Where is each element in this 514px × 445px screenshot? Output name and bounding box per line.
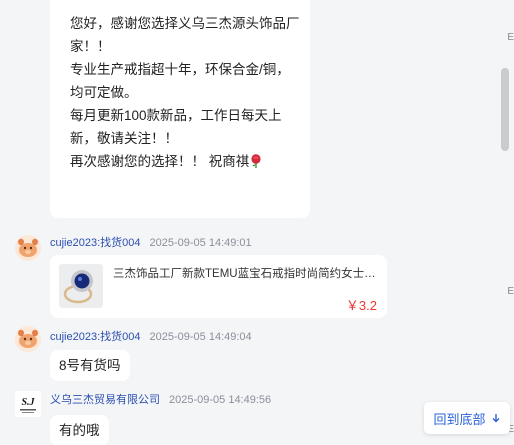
product-thumbnail[interactable]	[59, 264, 103, 308]
svg-text:S.J: S.J	[21, 397, 35, 408]
sender-name[interactable]: cujie2023:找货004	[50, 237, 141, 249]
back-to-bottom-button[interactable]: 回到底部	[424, 402, 510, 434]
buyer-avatar[interactable]	[15, 235, 41, 261]
chat-window: 您好，感谢您选择义乌三杰源头饰品厂 家！！ 专业生产戒指超十年，环保合金/铜， …	[0, 0, 500, 445]
product-price: ￥3.2	[345, 298, 377, 313]
welcome-line: 家！！	[70, 39, 111, 54]
message-meta: cujie2023:找货004 2025-09-05 14:49:04	[50, 328, 252, 344]
product-card[interactable]: 三杰饰品工厂新款TEMU蓝宝石戒指时尚简约女士镶钻... ￥3.2	[50, 255, 387, 318]
welcome-line: 专业生产戒指超十年，环保合金/铜，	[70, 62, 290, 77]
message-meta: cujie2023:找货004 2025-09-05 14:49:01	[50, 234, 252, 250]
message-time: 2025-09-05 14:49:56	[169, 394, 272, 406]
message-time: 2025-09-05 14:49:04	[149, 331, 252, 343]
back-to-bottom-label: 回到底部	[433, 411, 486, 427]
message-time: 2025-09-05 14:49:01	[149, 237, 252, 249]
message-meta: 义乌三杰贸易有限公司 2025-09-05 14:49:56	[50, 391, 271, 407]
welcome-message-bubble: 您好，感谢您选择义乌三杰源头饰品厂 家！！ 专业生产戒指超十年，环保合金/铜， …	[50, 0, 310, 218]
product-name: 三杰饰品工厂新款TEMU蓝宝石戒指时尚简约女士镶钻...	[113, 268, 379, 280]
welcome-line: 均可定做。	[70, 85, 138, 100]
buyer-avatar[interactable]	[15, 326, 41, 352]
welcome-line: 您好，感谢您选择义乌三杰源头饰品厂	[70, 16, 300, 31]
sender-name[interactable]: cujie2023:找货004	[50, 331, 141, 343]
welcome-last-line: 再次感谢您的选择！！ 祝商祺	[70, 150, 292, 173]
arrow-down-icon	[492, 414, 499, 423]
welcome-line: 再次感谢您的选择！！ 祝商祺	[70, 154, 250, 169]
scrollbar-thumb[interactable]	[501, 68, 509, 151]
seller-logo-avatar[interactable]: S.J	[15, 391, 41, 417]
welcome-line: 新，敬请关注！！	[70, 131, 178, 146]
text-message-bubble: 8号有货吗	[50, 350, 130, 381]
rose-icon	[251, 154, 261, 168]
sender-name[interactable]: 义乌三杰贸易有限公司	[50, 394, 160, 406]
edge-label: E	[507, 32, 514, 43]
welcome-line: 每月更新100款新品，工作日每天上	[70, 108, 282, 123]
text-message-bubble: 有的哦	[50, 415, 109, 445]
scrollbar[interactable]	[499, 0, 513, 445]
edge-label: E	[507, 286, 514, 297]
